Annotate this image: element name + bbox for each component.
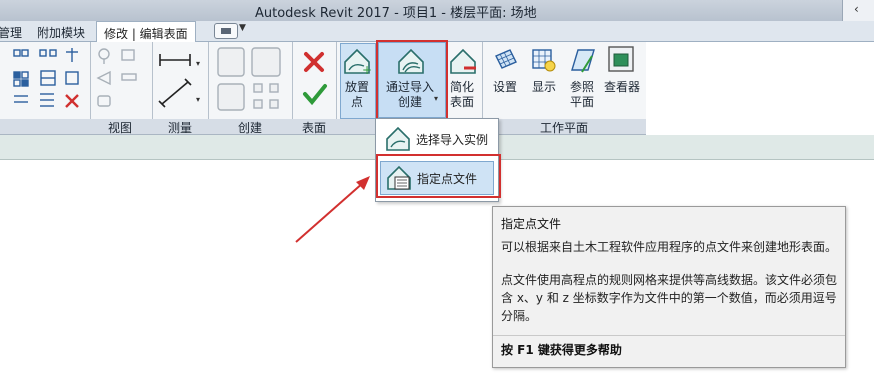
measure-tools-icons[interactable]: ▾ ▾ xyxy=(156,46,206,116)
svg-text:▾: ▾ xyxy=(196,95,200,104)
ref-plane-label: 参照 平面 xyxy=(569,80,594,109)
finish-edit-icon xyxy=(303,84,327,106)
tab-manage[interactable]: 管理 xyxy=(0,24,22,41)
create-from-import-label: 通过导入 创建 xyxy=(385,80,434,109)
chevron-icon: ‹ xyxy=(854,2,859,16)
modify-tools-icons[interactable] xyxy=(8,46,88,116)
viewer-icon[interactable] xyxy=(606,44,636,76)
ref-plane-icon[interactable] xyxy=(568,46,596,76)
menu-item-select-import-instance[interactable]: 选择导入实例 xyxy=(380,123,492,155)
panel-toggle-icon xyxy=(221,28,231,34)
window-title: Autodesk Revit 2017 - 项目1 - 楼层平面: 场地 xyxy=(255,6,537,21)
tooltip-help: 按 F1 键获得更多帮助 xyxy=(501,343,622,357)
simplify-surface-label: 简化 表面 xyxy=(449,80,474,109)
tab-label: 修改 | 编辑表面 xyxy=(104,27,188,41)
place-point-icon: + xyxy=(344,48,372,76)
panel-label-create: 创建 xyxy=(238,121,263,135)
highlight-box xyxy=(376,154,501,198)
view-tools-icons[interactable] xyxy=(92,46,152,116)
quick-access-button[interactable] xyxy=(214,23,238,39)
tab-addins[interactable]: 附加模块 xyxy=(37,24,85,41)
window-menu-button[interactable]: ‹ xyxy=(842,0,874,21)
select-import-instance-icon xyxy=(386,126,410,151)
tooltip-detail: 点文件使用高程点的规则网格来提供等高线数据。该文件必须包含 x、y 和 z 坐标… xyxy=(501,273,838,323)
create-from-import-icon xyxy=(398,48,424,74)
ribbon-tab-row: 管理 附加模块 修改 | 编辑表面 ▼ xyxy=(0,21,874,42)
place-point-label: 放置 点 xyxy=(344,80,369,109)
viewer-label: 查看器 xyxy=(603,80,640,94)
title-bar: Autodesk Revit 2017 - 项目1 - 楼层平面: 场地 ‹ xyxy=(0,0,874,22)
set-workplane-icon[interactable] xyxy=(492,46,520,74)
dropdown-arrow-icon: ▾ xyxy=(434,94,439,103)
tooltip-description: 可以根据来自土木工程软件应用程序的点文件来创建地形表面。 xyxy=(501,240,838,254)
ribbon-panel-labels: 视图 测量 创建 表面 工作平面 xyxy=(0,119,646,135)
svg-text:+: + xyxy=(362,63,372,76)
show-label: 显示 xyxy=(531,80,556,94)
tooltip: 指定点文件 可以根据来自土木工程软件应用程序的点文件来创建地形表面。 点文件使用… xyxy=(492,206,846,368)
tooltip-title: 指定点文件 xyxy=(501,217,562,231)
svg-text:▾: ▾ xyxy=(196,59,200,68)
panel-label-workplane: 工作平面 xyxy=(540,121,589,135)
panel-label-view: 视图 xyxy=(108,121,133,135)
tab-modify-edit-surface[interactable]: 修改 | 编辑表面 xyxy=(96,21,196,42)
simplify-surface-icon[interactable] xyxy=(448,46,478,76)
tooltip-divider xyxy=(493,335,845,336)
set-label: 设置 xyxy=(492,80,517,94)
surface-panel-icons xyxy=(303,52,327,106)
create-tools-icons[interactable] xyxy=(212,46,292,116)
show-workplane-icon[interactable] xyxy=(530,46,558,76)
annotation-arrow xyxy=(295,176,370,243)
panel-label-measure: 测量 xyxy=(168,121,193,135)
panel-label-surface: 表面 xyxy=(302,121,327,135)
menu-item-label: 选择导入实例 xyxy=(416,133,489,147)
dropdown-arrow-icon[interactable]: ▼ xyxy=(239,23,246,33)
